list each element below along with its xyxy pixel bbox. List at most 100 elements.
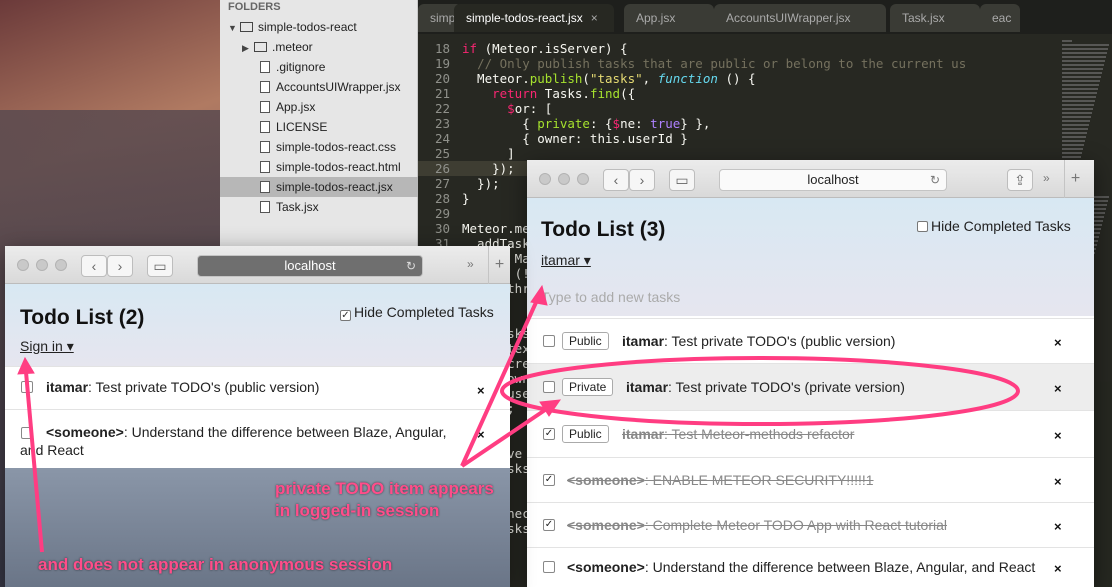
page-title: Todo List (3) (541, 218, 666, 241)
sidebar-item[interactable]: simple-todos-react.html (220, 157, 418, 177)
task-checkbox[interactable] (543, 381, 555, 393)
editor-tab[interactable]: Task.jsx (890, 4, 980, 32)
hide-completed-toggle[interactable]: ✓ Hide Completed Tasks (340, 304, 494, 321)
folder-icon (240, 22, 253, 32)
task-user: <someone> (567, 559, 645, 575)
sidebar-item[interactable]: Task.jsx (220, 197, 418, 217)
forward-icon[interactable]: › (629, 169, 655, 191)
privacy-badge[interactable]: Public (562, 425, 609, 443)
sidebar-item-label: .gitignore (276, 60, 326, 74)
code-line[interactable]: 18 if (Meteor.isServer) { (418, 41, 1058, 56)
task-description: : Complete Meteor TODO App with React tu… (644, 517, 947, 533)
chevron-right-icon[interactable]: ▶ (242, 38, 254, 58)
minimap-line (1062, 48, 1108, 50)
delete-icon[interactable]: × (477, 383, 485, 398)
reload-icon[interactable]: ↻ (406, 256, 416, 276)
code-line[interactable]: 20 Meteor.publish("tasks", function () { (418, 71, 1058, 86)
close-dot[interactable] (17, 259, 29, 271)
sidebar-item[interactable]: .gitignore (220, 57, 418, 77)
account-dropdown[interactable]: itamar ▾ (541, 252, 591, 269)
task-description: : ENABLE METEOR SECURITY!!!!!1 (644, 472, 874, 488)
hide-completed-toggle[interactable]: Hide Completed Tasks (917, 218, 1071, 234)
delete-icon[interactable]: × (477, 427, 485, 442)
task-row: ✓ <someone>: ENABLE METEOR SECURITY!!!!!1… (527, 457, 1094, 502)
delete-icon[interactable]: × (1054, 561, 1062, 576)
more-icon[interactable]: » (467, 257, 474, 271)
editor-tab[interactable]: eac (980, 4, 1020, 32)
sidebar-icon[interactable]: ▭ (147, 255, 173, 277)
sidebar-item[interactable]: LICENSE (220, 117, 418, 137)
address-bar[interactable]: localhost ↻ (197, 255, 423, 277)
minimap-line (1062, 116, 1091, 118)
task-checkbox[interactable]: ✓ (543, 428, 555, 440)
sidebar-item[interactable]: App.jsx (220, 97, 418, 117)
task-checkbox[interactable] (21, 427, 33, 439)
privacy-badge[interactable]: Private (562, 378, 614, 396)
delete-icon[interactable]: × (1054, 519, 1062, 534)
task-checkbox[interactable]: ✓ (543, 474, 555, 486)
back-icon[interactable]: ‹ (81, 255, 107, 277)
sidebar-item[interactable]: ▶ .meteor (220, 37, 418, 57)
sidebar-item[interactable]: simple-todos-react.css (220, 137, 418, 157)
sidebar-icon[interactable]: ▭ (669, 169, 695, 191)
task-checkbox[interactable] (21, 381, 33, 393)
editor-tab[interactable]: App.jsx (624, 4, 714, 32)
code-line[interactable]: 23 { private: {$ne: true} }, (418, 116, 1058, 131)
back-icon[interactable]: ‹ (603, 169, 629, 191)
code-line[interactable]: 21 return Tasks.find({ (418, 86, 1058, 101)
task-text: itamar: Test private TODO's (private ver… (626, 379, 905, 395)
line-number: 22 (434, 101, 450, 116)
new-task-input[interactable]: Type to add new tasks (541, 289, 680, 305)
share-icon[interactable]: ⇪ (1007, 169, 1033, 191)
close-dot[interactable] (539, 173, 551, 185)
reload-icon[interactable]: ↻ (930, 170, 940, 190)
minimap-line (1062, 60, 1105, 62)
delete-icon[interactable]: × (1054, 474, 1062, 489)
forward-icon[interactable]: › (107, 255, 133, 277)
right-browser-window: ‹ › ▭ localhost ↻ ⇪ » + Todo List (3) Hid… (527, 160, 1094, 587)
sidebar-item[interactable]: ▼ simple-todos-react (220, 17, 418, 37)
close-icon[interactable]: × (591, 11, 598, 25)
code-line[interactable]: 24 { owner: this.userId } (418, 131, 1058, 146)
left-browser-window: ‹ › ▭ localhost ↻ » + Todo List (2) ✓ Hide… (5, 246, 510, 587)
editor-tab-bar: simp simple-todos-react.jsx × App.jsx Accoun… (418, 0, 1112, 34)
task-user: <someone> (567, 472, 645, 488)
file-icon (260, 161, 270, 173)
task-checkbox[interactable] (543, 335, 555, 347)
task-checkbox[interactable]: ✓ (543, 519, 555, 531)
hide-completed-checkbox[interactable] (917, 221, 928, 232)
chevron-down-icon[interactable]: ▼ (228, 18, 240, 38)
editor-tab[interactable]: simple-todos-react.jsx × (454, 4, 614, 32)
delete-icon[interactable]: × (1054, 428, 1062, 443)
hide-completed-checkbox[interactable]: ✓ (340, 310, 351, 321)
sidebar-item[interactable]: simple-todos-react.jsx (220, 177, 418, 197)
delete-icon[interactable]: × (1054, 381, 1062, 396)
task-user: itamar (626, 379, 669, 395)
browser-toolbar: ‹ › ▭ localhost ↻ ⇪ » + (527, 160, 1094, 198)
file-icon (260, 181, 270, 193)
minimize-dot[interactable] (36, 259, 48, 271)
task-checkbox[interactable] (543, 561, 555, 573)
minimize-dot[interactable] (558, 173, 570, 185)
minimap-line (1062, 136, 1086, 138)
code-line[interactable]: 25 ] (418, 146, 1058, 161)
folders-header: FOLDERS (228, 1, 281, 13)
minimap-line (1062, 144, 1084, 146)
zoom-dot[interactable] (55, 259, 67, 271)
code-line[interactable]: 22 $or: [ (418, 101, 1058, 116)
sidebar-item-label: .meteor (272, 40, 313, 54)
code-line[interactable]: 19 // Only publish tasks that are public… (418, 56, 1058, 71)
more-icon[interactable]: » (1043, 171, 1050, 185)
new-tab-icon[interactable]: + (488, 246, 510, 284)
zoom-dot[interactable] (577, 173, 589, 185)
address-bar[interactable]: localhost ↻ (719, 169, 947, 191)
delete-icon[interactable]: × (1054, 335, 1062, 350)
sidebar-item[interactable]: AccountsUIWrapper.jsx (220, 77, 418, 97)
sign-in-dropdown[interactable]: Sign in ▾ (20, 338, 74, 355)
editor-tab[interactable]: AccountsUIWrapper.jsx (714, 4, 886, 32)
hide-completed-label: Hide Completed Tasks (354, 304, 494, 320)
new-tab-icon[interactable]: + (1064, 160, 1086, 198)
privacy-badge[interactable]: Public (562, 332, 609, 350)
minimap-line (1062, 56, 1106, 58)
browser-toolbar: ‹ › ▭ localhost ↻ » + (5, 246, 510, 284)
